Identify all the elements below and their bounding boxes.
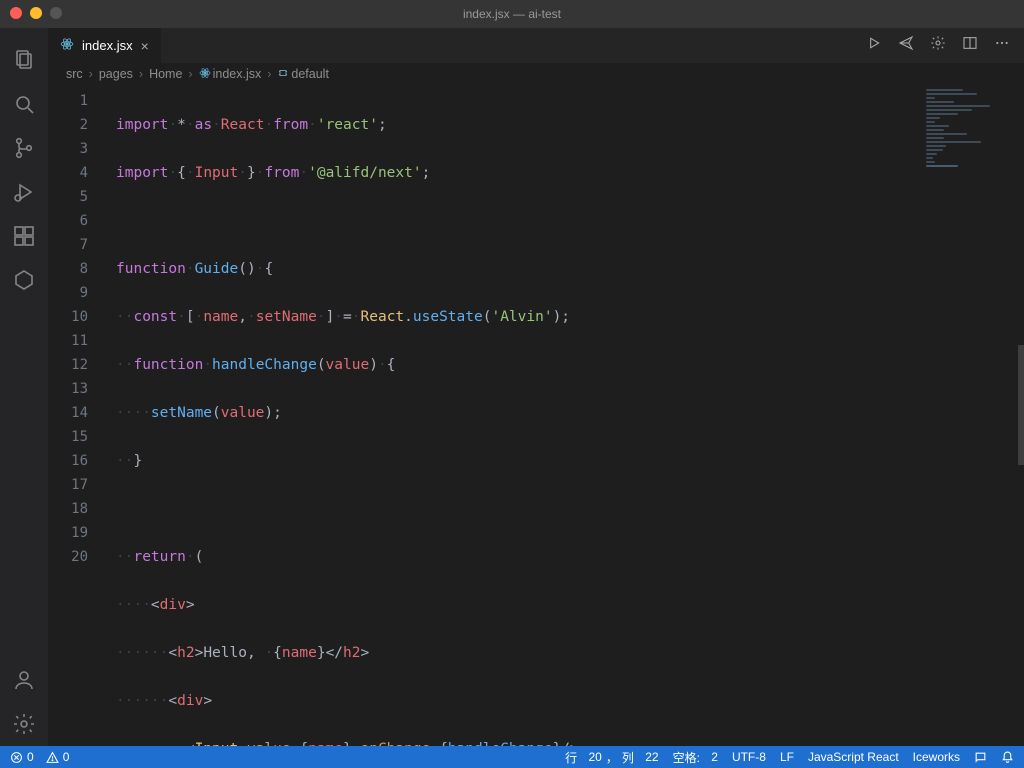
breadcrumb-file[interactable]: index.jsx <box>213 67 262 81</box>
chevron-right-icon: › <box>188 67 192 81</box>
more-icon[interactable] <box>994 35 1010 56</box>
breadcrumb-src[interactable]: src <box>66 67 83 81</box>
symbol-variable-icon <box>277 67 289 82</box>
breadcrumb-home[interactable]: Home <box>149 67 182 81</box>
minimize-window-button[interactable] <box>30 7 42 19</box>
react-file-icon <box>199 67 211 82</box>
maximize-window-button[interactable] <box>50 7 62 19</box>
debug-icon[interactable] <box>0 170 48 214</box>
search-icon[interactable] <box>0 82 48 126</box>
explorer-icon[interactable] <box>0 38 48 82</box>
tabs-bar: index.jsx × <box>48 28 1024 63</box>
activity-bar <box>0 28 48 746</box>
window-controls <box>10 7 62 19</box>
status-feedback-icon[interactable] <box>974 751 987 764</box>
close-tab-icon[interactable]: × <box>141 38 149 54</box>
chevron-right-icon: › <box>267 67 271 81</box>
close-window-button[interactable] <box>10 7 22 19</box>
status-bar: 0 0 行 20，列 22 空格: 2 UTF-8 LF JavaScript … <box>0 746 1024 768</box>
status-errors[interactable]: 0 <box>10 750 34 764</box>
react-file-icon <box>60 37 74 54</box>
status-spaces[interactable]: 空格: 2 <box>673 749 718 766</box>
extensions-icon[interactable] <box>0 214 48 258</box>
gear-icon[interactable] <box>930 35 946 56</box>
status-cursor-pos[interactable]: 行 20，列 22 <box>565 749 658 766</box>
tab-label: index.jsx <box>82 38 133 53</box>
iceworks-icon[interactable] <box>0 258 48 302</box>
code-content[interactable]: import·*·as·React·from·'react'; import·{… <box>104 85 1024 746</box>
line-numbers: 1234567891011121314151617181920 <box>48 85 104 746</box>
status-language[interactable]: JavaScript React <box>808 750 899 764</box>
titlebar: index.jsx — ai-test <box>0 0 1024 28</box>
tab-index-jsx[interactable]: index.jsx × <box>48 28 162 63</box>
run-icon[interactable] <box>866 35 882 56</box>
send-icon[interactable] <box>898 35 914 56</box>
breadcrumb-symbol[interactable]: default <box>291 67 329 81</box>
settings-gear-icon[interactable] <box>0 702 48 746</box>
status-eol[interactable]: LF <box>780 750 794 764</box>
editor[interactable]: 1234567891011121314151617181920 import·*… <box>48 85 1024 746</box>
status-bell-icon[interactable] <box>1001 751 1014 764</box>
minimap[interactable] <box>926 89 1018 189</box>
breadcrumbs[interactable]: src › pages › Home › index.jsx › default <box>48 63 1024 85</box>
split-editor-icon[interactable] <box>962 35 978 56</box>
account-icon[interactable] <box>0 658 48 702</box>
window-title: index.jsx — ai-test <box>463 7 561 21</box>
breadcrumb-pages[interactable]: pages <box>99 67 133 81</box>
scrollbar[interactable] <box>1018 345 1024 465</box>
source-control-icon[interactable] <box>0 126 48 170</box>
status-encoding[interactable]: UTF-8 <box>732 750 766 764</box>
status-warnings[interactable]: 0 <box>46 750 70 764</box>
status-iceworks[interactable]: Iceworks <box>913 750 960 764</box>
chevron-right-icon: › <box>139 67 143 81</box>
chevron-right-icon: › <box>89 67 93 81</box>
